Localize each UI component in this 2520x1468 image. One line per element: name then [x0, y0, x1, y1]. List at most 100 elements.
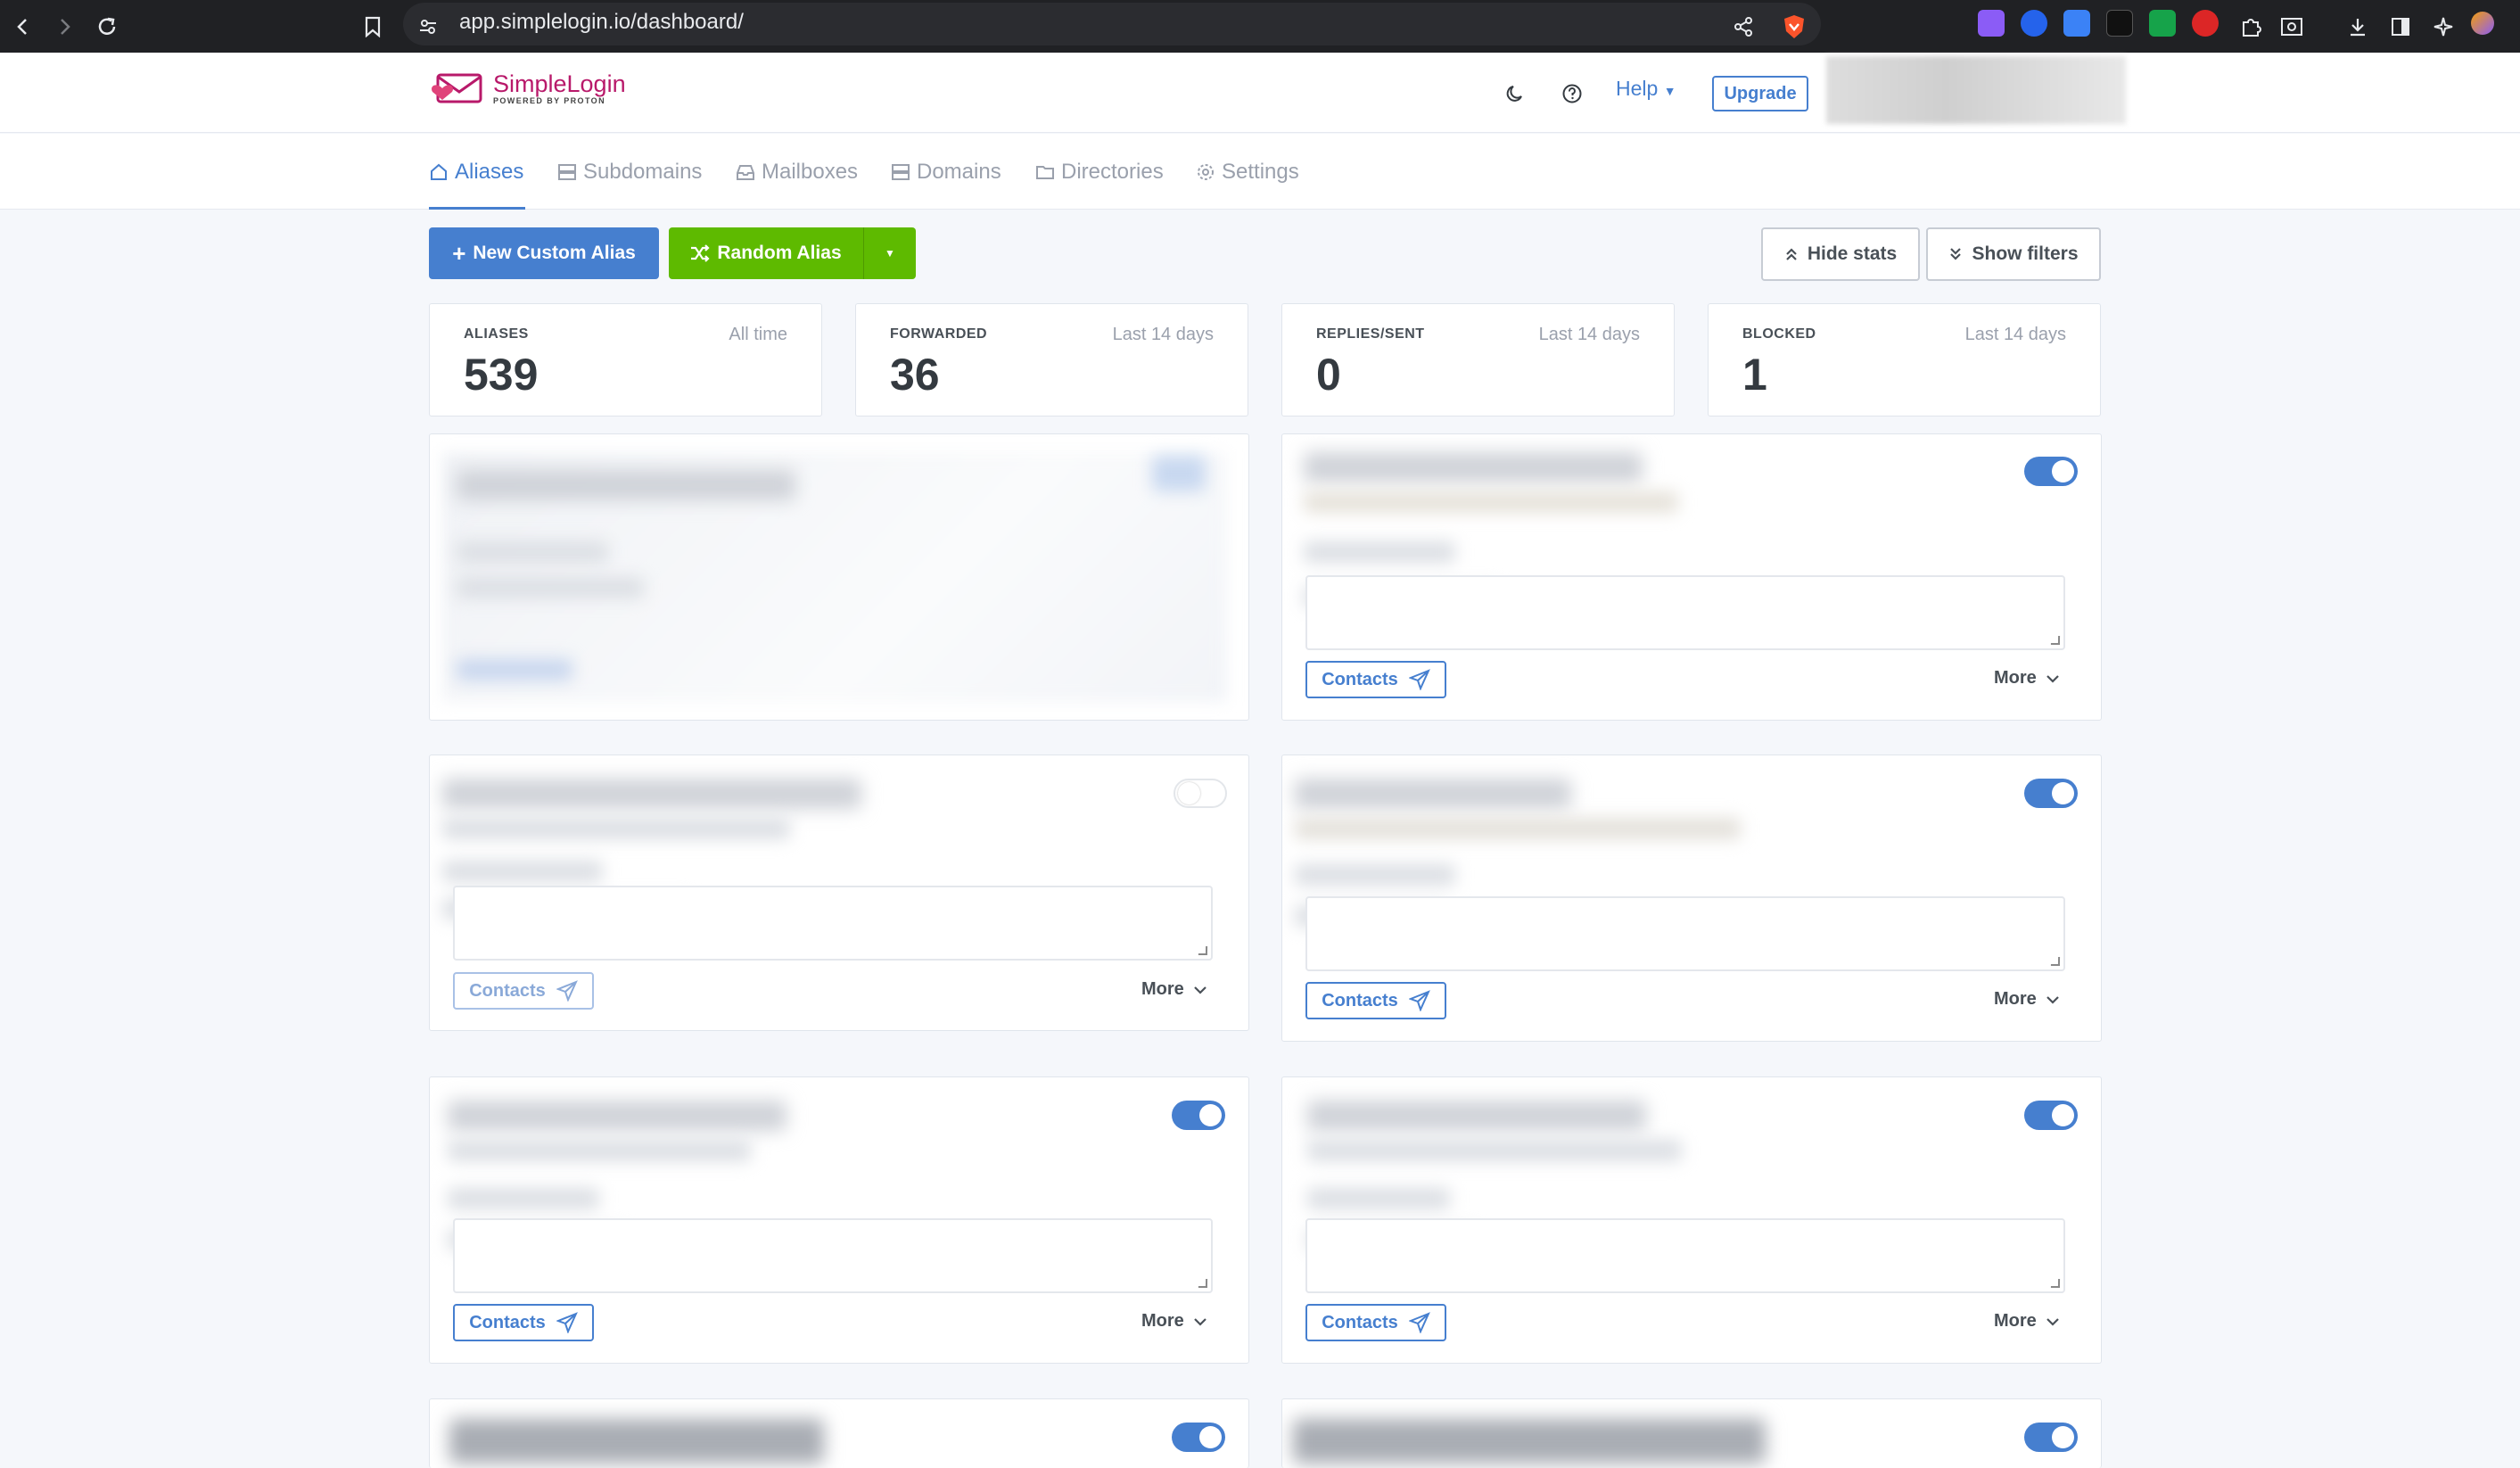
extension-icon[interactable] [2192, 10, 2219, 37]
envelope-heart-icon [432, 73, 482, 103]
extension-icon[interactable] [1978, 10, 2005, 37]
more-toggle[interactable]: More [1141, 1311, 1207, 1332]
back-icon[interactable] [4, 7, 43, 46]
blurred-alias-email [1304, 452, 1643, 482]
alias-note-textarea[interactable] [1305, 896, 2065, 971]
chevrons-down-icon [1950, 248, 1962, 260]
tab-label: Subdomains [583, 160, 703, 184]
more-toggle[interactable]: More [1994, 989, 2060, 1010]
tab-label: Settings [1222, 160, 1299, 184]
logo-subtitle: POWERED BY PROTON [493, 96, 605, 105]
random-alias-button[interactable]: Random Alias [669, 227, 863, 279]
alias-enabled-toggle[interactable] [2024, 457, 2078, 486]
blurred-alias-info [1307, 1188, 1450, 1209]
tab-subdomains[interactable]: Subdomains [557, 157, 702, 187]
plus-icon: + [452, 240, 466, 267]
blurred-alias-info [442, 818, 790, 839]
stat-value: 1 [1742, 350, 1767, 400]
tab-label: Directories [1061, 160, 1164, 184]
site-settings-icon[interactable] [408, 7, 448, 46]
dark-mode-moon-icon[interactable] [1499, 78, 1531, 110]
download-icon[interactable] [2338, 7, 2377, 46]
more-toggle[interactable]: More [1141, 979, 1207, 1000]
blurred-alias-email [1295, 779, 1571, 809]
stat-label: REPLIES/SENT [1316, 326, 1425, 342]
home-icon [431, 163, 447, 180]
simplelogin-logo[interactable]: SimpleLogin POWERED BY PROTON [429, 70, 626, 106]
alias-enabled-toggle[interactable] [1172, 1101, 1225, 1130]
caret-down-icon: ▼ [1663, 84, 1676, 98]
profile-icon[interactable] [2471, 12, 2494, 35]
resize-handle[interactable] [1198, 946, 1208, 955]
reload-icon[interactable] [87, 7, 127, 46]
alias-enabled-toggle[interactable] [2024, 1423, 2078, 1452]
alias-enabled-toggle[interactable] [1174, 779, 1227, 808]
tab-mailboxes[interactable]: Mailboxes [736, 157, 858, 187]
alias-note-textarea[interactable] [453, 1218, 1213, 1293]
contacts-label: Contacts [469, 1312, 546, 1332]
more-label: More [1994, 989, 2037, 1009]
extension-icon[interactable] [2063, 10, 2090, 37]
hide-stats-button[interactable]: Hide stats [1761, 227, 1920, 281]
more-toggle[interactable]: More [1994, 1311, 2060, 1332]
contacts-button[interactable]: Contacts [1305, 661, 1446, 698]
resize-handle[interactable] [2050, 636, 2061, 645]
forward-icon[interactable] [45, 7, 84, 46]
random-alias-dropdown-toggle[interactable]: ▼ [863, 227, 916, 279]
contacts-button[interactable]: Contacts [1305, 982, 1446, 1019]
alias-card [1281, 1398, 2102, 1468]
upgrade-button[interactable]: Upgrade [1712, 76, 1808, 111]
new-custom-alias-button[interactable]: + New Custom Alias [429, 227, 659, 279]
more-label: More [1994, 1311, 2037, 1331]
active-tab-indicator [429, 207, 525, 210]
stat-card-aliases: ALIASES All time 539 [429, 303, 822, 416]
sidebar-icon[interactable] [2381, 7, 2420, 46]
extension-icon[interactable] [2106, 10, 2133, 37]
help-dropdown[interactable]: Help ▼ [1616, 77, 1676, 101]
contacts-button[interactable]: Contacts [453, 972, 594, 1010]
chevron-down-icon [1194, 1317, 1206, 1326]
share-icon[interactable] [1724, 7, 1763, 46]
blurred-alias-info [448, 1188, 599, 1209]
stat-period: Last 14 days [1538, 325, 1640, 344]
resize-handle[interactable] [2050, 957, 2061, 966]
alias-enabled-toggle[interactable] [2024, 779, 2078, 808]
alias-card: Contacts More [1281, 1076, 2102, 1364]
alias-enabled-toggle[interactable] [2024, 1101, 2078, 1130]
chevron-down-icon [1194, 986, 1206, 994]
url-text[interactable]: app.simplelogin.io/dashboard/ [459, 10, 744, 35]
tab-aliases[interactable]: Aliases [429, 157, 523, 187]
extension-icon[interactable] [2021, 10, 2047, 37]
alias-note-textarea[interactable] [1305, 575, 2065, 650]
resize-handle[interactable] [2050, 1279, 2061, 1288]
bookmark-icon[interactable] [353, 7, 392, 46]
alias-card: Contacts More [429, 755, 1249, 1031]
extension-icon[interactable] [2149, 10, 2176, 37]
extensions-puzzle-icon[interactable] [2231, 7, 2270, 46]
blurred-alias-info [1307, 1140, 1682, 1161]
alias-note-textarea[interactable] [1305, 1218, 2065, 1293]
contacts-button[interactable]: Contacts [453, 1304, 594, 1341]
leo-ai-icon[interactable] [2424, 7, 2463, 46]
hide-stats-label: Hide stats [1807, 243, 1898, 264]
contacts-label: Contacts [1322, 990, 1398, 1010]
user-menu[interactable] [1826, 56, 2126, 124]
stat-card-blocked: BLOCKED Last 14 days 1 [1708, 303, 2101, 416]
contacts-button[interactable]: Contacts [1305, 1304, 1446, 1341]
more-toggle[interactable]: More [1994, 668, 2060, 689]
tab-label: Aliases [455, 160, 524, 184]
tab-directories[interactable]: Directories [1035, 157, 1164, 187]
shuffle-icon [691, 244, 710, 262]
tab-settings[interactable]: Settings [1196, 157, 1299, 187]
brave-shields-icon[interactable] [1775, 7, 1814, 46]
question-icon[interactable] [1556, 78, 1588, 110]
resize-handle[interactable] [1198, 1279, 1208, 1288]
alias-note-textarea[interactable] [453, 886, 1213, 961]
show-filters-button[interactable]: Show filters [1926, 227, 2101, 281]
tab-domains[interactable]: Domains [891, 157, 1001, 187]
alias-enabled-toggle[interactable] [1172, 1423, 1225, 1452]
blurred-alias-info [457, 577, 644, 598]
contacts-label: Contacts [469, 980, 546, 1001]
reader-mode-icon[interactable] [2272, 7, 2311, 46]
app-header: SimpleLogin POWERED BY PROTON Help ▼ Upg… [0, 53, 2520, 133]
